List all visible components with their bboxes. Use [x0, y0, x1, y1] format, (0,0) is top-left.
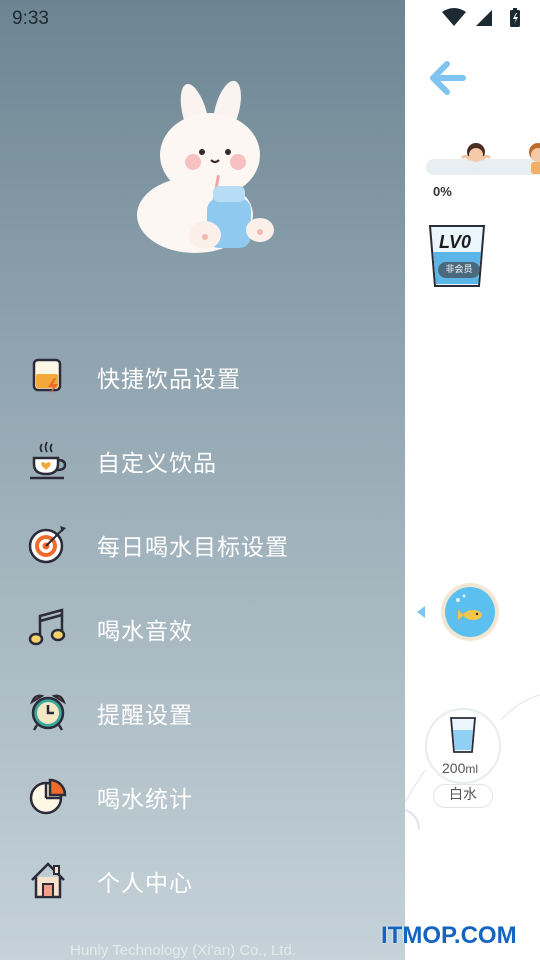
target-icon [28, 526, 66, 564]
menu-item-label: 快捷饮品设置 [97, 367, 241, 393]
menu-item-label: 喝水音效 [97, 619, 193, 645]
quick-drink-amount: 200ml [442, 760, 479, 776]
child-with-cup-icon [460, 143, 492, 174]
menu-item-label: 自定义饮品 [97, 451, 217, 477]
alarm-clock-icon [30, 694, 66, 731]
menu-item-label: 提醒设置 [97, 703, 193, 729]
fish-bowl-button-icon[interactable] [440, 582, 500, 642]
bunny-mascot-icon [137, 80, 274, 253]
home-icon [31, 862, 65, 899]
menu-item-label: 每日喝水目标设置 [97, 535, 289, 561]
menu-item-custom-drink[interactable]: 自定义饮品 [0, 418, 405, 502]
member-badge[interactable]: 非会员 [438, 262, 480, 278]
drawer-menu: 快捷饮品设置 自定义饮品 每日喝水目标设置 喝水音效 提醒设置 喝水统计 个人中… [0, 334, 405, 922]
watermark: ITMOP.COM [381, 922, 517, 949]
company-footer: Hunly Technology (Xi'an) Co., Ltd. [70, 942, 297, 959]
back-arrow-icon[interactable] [429, 60, 467, 96]
menu-item-daily-goal-settings[interactable]: 每日喝水目标设置 [0, 502, 405, 586]
menu-item-personal-center[interactable]: 个人中心 [0, 838, 405, 922]
quick-drink-name[interactable]: 白水 [433, 784, 493, 808]
menu-item-quick-drink-settings[interactable]: 快捷饮品设置 [0, 334, 405, 418]
wifi-icon [442, 8, 466, 26]
navigation-drawer: 9:33 快捷饮品设置 自定义饮品 每日喝水目标设置 喝水音效 提醒设置 喝水统… [0, 0, 405, 960]
menu-item-drinking-statistics[interactable]: 喝水统计 [0, 754, 405, 838]
battery-icon [510, 8, 520, 27]
quick-drink-icon [32, 358, 62, 394]
status-icons [442, 8, 520, 27]
pie-chart-icon [29, 778, 67, 815]
menu-item-reminder-settings[interactable]: 提醒设置 [0, 670, 405, 754]
menu-item-label: 个人中心 [97, 871, 193, 897]
expand-left-icon[interactable] [417, 606, 427, 618]
menu-item-label: 喝水统计 [97, 787, 193, 813]
level-label: LV0 [439, 232, 472, 252]
water-glass-icon [450, 717, 476, 753]
menu-item-drinking-sound[interactable]: 喝水音效 [0, 586, 405, 670]
progress-percent: 0% [433, 184, 452, 199]
status-time: 9:33 [12, 8, 49, 29]
signal-icon [476, 10, 492, 26]
teacup-icon [30, 441, 67, 480]
main-panel: 0% LV0 非会员 200ml 白水 [405, 0, 540, 960]
child-goal-icon [529, 143, 540, 174]
music-note-icon [28, 608, 66, 646]
